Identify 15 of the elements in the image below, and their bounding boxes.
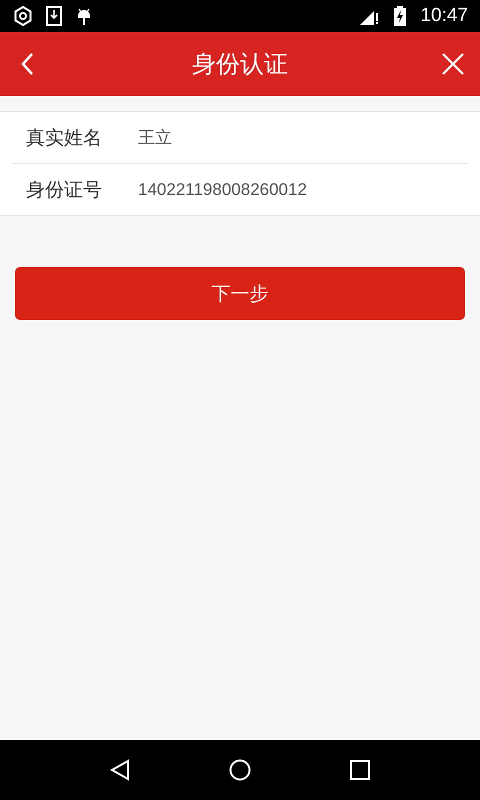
page-title: 身份认证 <box>192 49 288 80</box>
back-icon[interactable] <box>110 759 130 781</box>
download-icon <box>46 6 62 26</box>
battery-icon <box>394 6 406 26</box>
recents-icon[interactable] <box>350 760 370 780</box>
input-field[interactable]: 140221198008260012 <box>138 174 468 204</box>
status-time: 10:47 <box>420 5 468 27</box>
home-icon[interactable] <box>228 759 251 781</box>
android-icon <box>76 6 92 26</box>
input-field[interactable]: 王立 <box>138 122 468 152</box>
next-button[interactable]: 下一步 <box>15 267 465 320</box>
field-label: 真实姓名 <box>26 126 103 150</box>
settings-icon <box>14 6 32 26</box>
field-label: 身份证号 <box>26 178 103 202</box>
close-button[interactable] <box>440 51 466 77</box>
